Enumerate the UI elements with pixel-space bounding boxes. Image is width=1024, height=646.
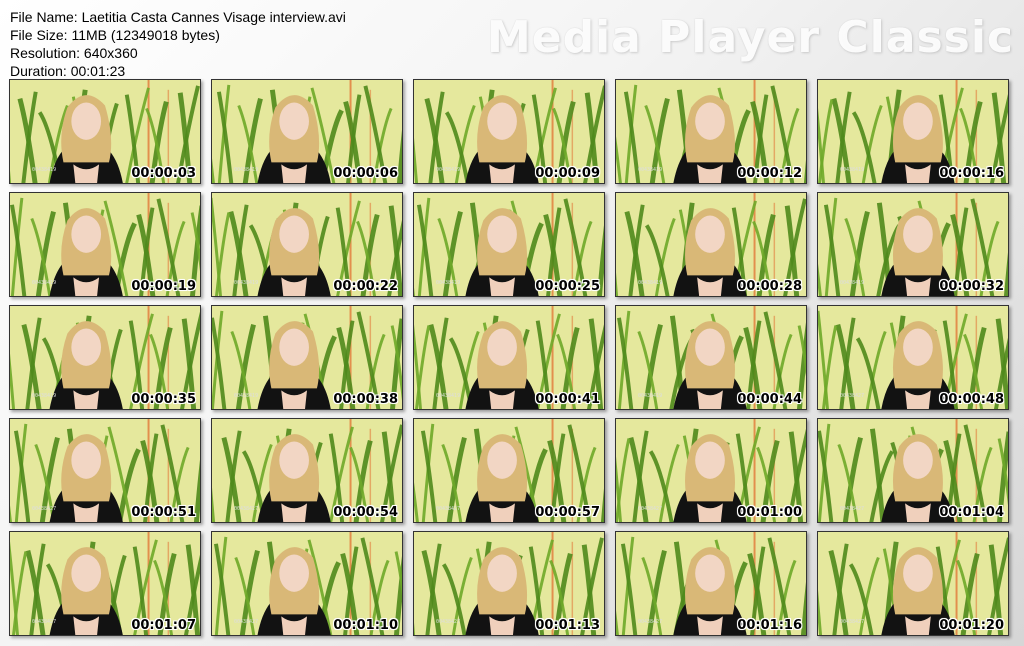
frame-code: 00438427 xyxy=(638,506,663,512)
thumbnail-frame: 00438427 00:00:48 xyxy=(817,305,1009,410)
thumbnail-frame: 00438419 00:00:19 xyxy=(9,192,201,297)
thumbnail-frame: 00438427 00:01:07 xyxy=(9,531,201,636)
frame-code: 00438419 xyxy=(234,393,259,399)
frame-code: 00438419 xyxy=(638,280,663,286)
thumbnail-frame: 00438419 00:00:16 xyxy=(817,79,1009,184)
timestamp: 00:00:54 xyxy=(333,505,398,520)
file-info: File Name: Laetitia Casta Cannes Visage … xyxy=(10,8,346,80)
frame-code: 00438419 xyxy=(436,167,461,173)
frame-code: 00438427 xyxy=(436,506,461,512)
timestamp: 00:00:44 xyxy=(737,392,802,407)
media-player-classic-watermark: Media Player Classic xyxy=(486,12,1014,63)
frame-code: 00438419 xyxy=(32,393,57,399)
frame-code: 00438427 xyxy=(840,506,865,512)
thumbnail-grid: 00438419 00:00:03 00438419 00:00:06 0043… xyxy=(9,79,1015,643)
frame-code: 00438419 xyxy=(234,167,259,173)
timestamp: 00:01:04 xyxy=(939,505,1004,520)
timestamp: 00:01:20 xyxy=(939,618,1004,633)
timestamp: 00:00:48 xyxy=(939,392,1004,407)
timestamp: 00:00:12 xyxy=(737,166,802,181)
thumbnail-frame: 00438427 00:01:20 xyxy=(817,531,1009,636)
timestamp: 00:01:00 xyxy=(737,505,802,520)
timestamp: 00:01:10 xyxy=(333,618,398,633)
frame-code: 00438419 xyxy=(638,167,663,173)
thumbnail-frame: 00438427 00:01:13 xyxy=(413,531,605,636)
frame-code: 00438427 xyxy=(234,506,259,512)
timestamp: 00:00:19 xyxy=(131,279,196,294)
timestamp: 00:00:38 xyxy=(333,392,398,407)
frame-code: 00438427 xyxy=(32,619,57,625)
frame-code: 00438419 xyxy=(840,167,865,173)
timestamp: 00:00:28 xyxy=(737,279,802,294)
thumbnail-frame: 00438427 00:00:54 xyxy=(211,418,403,523)
timestamp: 00:00:32 xyxy=(939,279,1004,294)
frame-code: 00438419 xyxy=(638,393,663,399)
thumbnail-frame: 00438427 00:01:00 xyxy=(615,418,807,523)
frame-code: 00438427 xyxy=(840,619,865,625)
thumbnail-frame: 00438419 00:00:22 xyxy=(211,192,403,297)
timestamp: 00:00:03 xyxy=(131,166,196,181)
thumbnail-frame: 00438427 00:01:10 xyxy=(211,531,403,636)
timestamp: 00:00:09 xyxy=(535,166,600,181)
file-name: File Name: Laetitia Casta Cannes Visage … xyxy=(10,9,346,25)
frame-code: 00438427 xyxy=(840,393,865,399)
timestamp: 00:00:35 xyxy=(131,392,196,407)
thumbnail-frame: 00438419 00:00:41 xyxy=(413,305,605,410)
timestamp: 00:00:06 xyxy=(333,166,398,181)
thumbnail-frame: 00438419 00:00:09 xyxy=(413,79,605,184)
thumbnail-frame: 00438419 00:00:25 xyxy=(413,192,605,297)
thumbnail-frame: 00438427 00:01:04 xyxy=(817,418,1009,523)
timestamp: 00:00:51 xyxy=(131,505,196,520)
frame-code: 00438427 xyxy=(638,619,663,625)
thumbnail-frame: 00438427 00:01:16 xyxy=(615,531,807,636)
thumbnail-frame: 00438419 00:00:44 xyxy=(615,305,807,410)
thumbnail-frame: 00438419 00:00:32 xyxy=(817,192,1009,297)
frame-code: 00438419 xyxy=(436,280,461,286)
thumbnail-frame: 00438427 00:00:51 xyxy=(9,418,201,523)
frame-code: 00438419 xyxy=(436,393,461,399)
frame-code: 00438419 xyxy=(234,280,259,286)
frame-code: 00438419 xyxy=(32,167,57,173)
timestamp: 00:00:22 xyxy=(333,279,398,294)
timestamp: 00:00:25 xyxy=(535,279,600,294)
thumbnail-frame: 00438419 00:00:03 xyxy=(9,79,201,184)
timestamp: 00:01:16 xyxy=(737,618,802,633)
timestamp: 00:00:16 xyxy=(939,166,1004,181)
thumbnail-frame: 00438419 00:00:06 xyxy=(211,79,403,184)
thumbnail-frame: 00438419 00:00:35 xyxy=(9,305,201,410)
timestamp: 00:01:07 xyxy=(131,618,196,633)
timestamp: 00:01:13 xyxy=(535,618,600,633)
duration: Duration: 00:01:23 xyxy=(10,63,126,79)
frame-code: 00438427 xyxy=(436,619,461,625)
thumbnail-frame: 00438419 00:00:28 xyxy=(615,192,807,297)
file-size: File Size: 11MB (12349018 bytes) xyxy=(10,27,220,43)
thumbnail-frame: 00438427 00:00:57 xyxy=(413,418,605,523)
frame-code: 00438419 xyxy=(840,280,865,286)
thumbnail-frame: 00438419 00:00:12 xyxy=(615,79,807,184)
frame-code: 00438419 xyxy=(32,280,57,286)
resolution: Resolution: 640x360 xyxy=(10,45,138,61)
timestamp: 00:00:57 xyxy=(535,505,600,520)
frame-code: 00438427 xyxy=(32,506,57,512)
frame-code: 00438427 xyxy=(234,619,259,625)
timestamp: 00:00:41 xyxy=(535,392,600,407)
thumbnail-frame: 00438419 00:00:38 xyxy=(211,305,403,410)
